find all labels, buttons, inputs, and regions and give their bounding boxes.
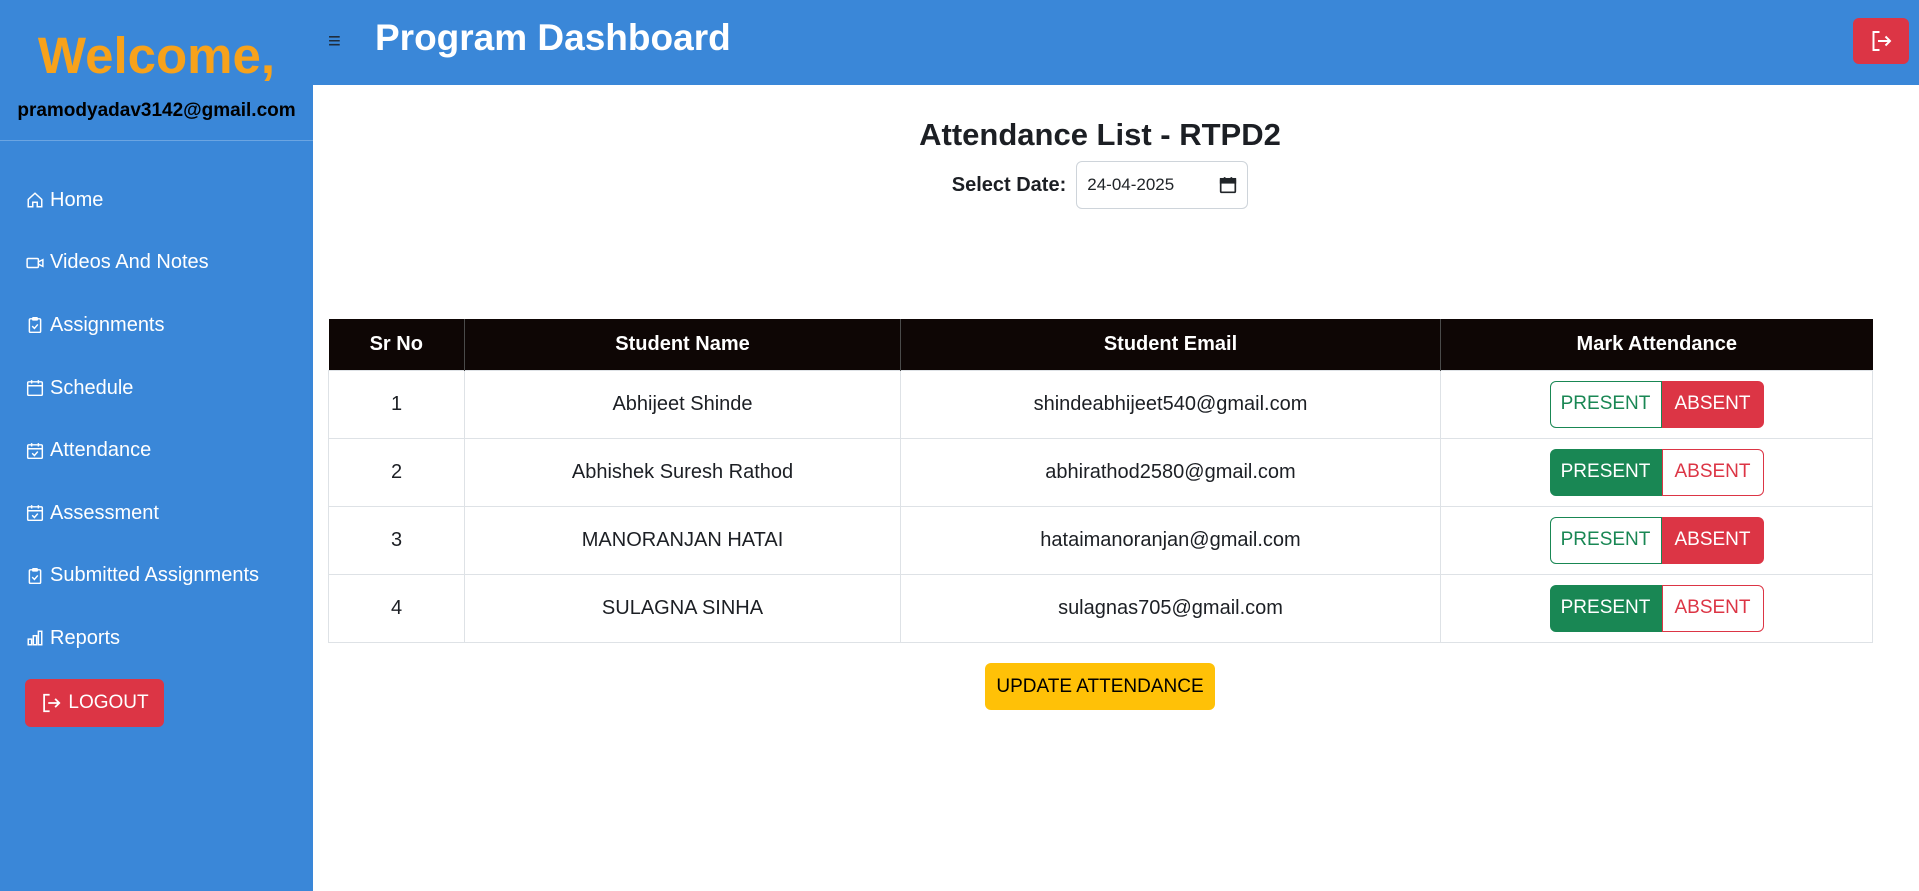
attendance-toggle: PRESENT ABSENT [1549, 584, 1764, 632]
date-label: Select Date: [951, 173, 1067, 196]
sidebar-item-videos-and-notes[interactable]: Videos And Notes [0, 232, 313, 295]
absent-button[interactable]: ABSENT [1661, 584, 1764, 632]
cell-mark-attendance: PRESENT ABSENT [1440, 573, 1873, 643]
table-row: 4 SULAGNA SINHA sulagnas705@gmail.com PR… [328, 573, 1873, 643]
present-button[interactable]: PRESENT [1549, 516, 1662, 564]
calendar-icon [25, 378, 45, 398]
sidebar-item-label: Schedule [50, 376, 134, 399]
sidebar-item-assessment[interactable]: Assessment [0, 482, 313, 545]
exit-icon [1872, 31, 1892, 51]
clipboard-icon [25, 315, 45, 335]
sidebar-divider [0, 140, 313, 141]
home-icon [25, 190, 45, 210]
main-content: Attendance List - RTPD2 Select Date: 24-… [313, 85, 1919, 891]
sidebar-item-assignments[interactable]: Assignments [0, 294, 313, 357]
cell-sr-no: 2 [328, 437, 465, 507]
attendance-toggle: PRESENT ABSENT [1549, 516, 1764, 564]
cell-student-email: sulagnas705@gmail.com [900, 573, 1441, 643]
table-row: 1 Abhijeet Shinde shindeabhijeet540@gmai… [328, 369, 1873, 439]
logout-icon [40, 692, 62, 714]
attendance-toggle: PRESENT ABSENT [1549, 380, 1764, 428]
cell-mark-attendance: PRESENT ABSENT [1440, 437, 1873, 507]
attendance-toggle: PRESENT ABSENT [1549, 448, 1764, 496]
calendar-icon[interactable] [1219, 176, 1237, 194]
logout-button[interactable]: LOGOUT [25, 679, 164, 727]
sidebar-item-home[interactable]: Home [0, 169, 313, 232]
date-input[interactable]: 24-04-2025 [1076, 161, 1249, 209]
video-icon [25, 253, 45, 273]
cell-student-email: abhirathod2580@gmail.com [900, 437, 1441, 507]
date-value: 24-04-2025 [1087, 175, 1175, 194]
cell-mark-attendance: PRESENT ABSENT [1440, 505, 1873, 575]
present-button[interactable]: PRESENT [1549, 380, 1662, 428]
cell-sr-no: 3 [328, 505, 465, 575]
sidebar-item-label: Submitted Assignments [50, 564, 259, 587]
sidebar-item-submitted-assignments[interactable]: Submitted Assignments [0, 545, 313, 608]
table-header-row: Sr No Student Name Student Email Mark At… [328, 319, 1873, 370]
sidebar-item-label: Assessment [50, 501, 159, 524]
bar-chart-icon [25, 628, 45, 648]
cell-sr-no: 4 [328, 573, 465, 643]
update-attendance-button[interactable]: UPDATE ATTENDANCE [985, 663, 1215, 710]
calendar-check-icon [25, 503, 45, 523]
table-row: 3 MANORANJAN HATAI hataimanoranjan@gmail… [328, 505, 1873, 575]
absent-button[interactable]: ABSENT [1661, 516, 1764, 564]
sidebar: Welcome, pramodyadav3142@gmail.com Home … [0, 0, 313, 891]
calendar-check-icon [25, 441, 45, 461]
page-header-title: Program Dashboard [375, 17, 731, 58]
date-selector: Select Date: 24-04-2025 [313, 161, 1887, 209]
absent-button[interactable]: ABSENT [1661, 380, 1764, 428]
cell-student-name: MANORANJAN HATAI [464, 505, 901, 575]
cell-student-name: SULAGNA SINHA [464, 573, 901, 643]
sidebar-item-schedule[interactable]: Schedule [0, 357, 313, 420]
sidebar-item-label: Reports [50, 626, 121, 649]
cell-sr-no: 1 [328, 369, 465, 439]
sidebar-nav: Home Videos And Notes Assignments Schedu… [0, 169, 313, 670]
present-button[interactable]: PRESENT [1549, 448, 1662, 496]
menu-toggle-icon[interactable]: ≡ [328, 28, 341, 54]
attendance-table: Sr No Student Name Student Email Mark At… [328, 319, 1873, 643]
header-logout-button[interactable] [1853, 18, 1909, 64]
attendance-title: Attendance List - RTPD2 [919, 117, 1281, 152]
sidebar-item-reports[interactable]: Reports [0, 607, 313, 670]
table-row: 2 Abhishek Suresh Rathod abhirathod2580@… [328, 437, 1873, 507]
sidebar-item-attendance[interactable]: Attendance [0, 419, 313, 482]
user-email: pramodyadav3142@gmail.com [17, 100, 296, 121]
column-header-student-email: Student Email [900, 319, 1441, 370]
welcome-heading: Welcome, [37, 27, 276, 84]
column-header-mark-attendance: Mark Attendance [1440, 319, 1873, 370]
sidebar-item-label: Home [50, 188, 104, 211]
cell-student-name: Abhijeet Shinde [464, 369, 901, 439]
column-header-sr-no: Sr No [328, 319, 465, 370]
sidebar-item-label: Assignments [50, 313, 165, 336]
clipboard-icon [25, 566, 45, 586]
column-header-student-name: Student Name [464, 319, 901, 370]
sidebar-item-label: Attendance [50, 439, 152, 462]
cell-mark-attendance: PRESENT ABSENT [1440, 369, 1873, 439]
top-header: ≡ Program Dashboard [313, 0, 1919, 85]
cell-student-email: shindeabhijeet540@gmail.com [900, 369, 1441, 439]
cell-student-email: hataimanoranjan@gmail.com [900, 505, 1441, 575]
cell-student-name: Abhishek Suresh Rathod [464, 437, 901, 507]
logout-label: LOGOUT [68, 692, 149, 713]
attendance-table-container: Sr No Student Name Student Email Mark At… [328, 319, 1873, 643]
sidebar-item-label: Videos And Notes [50, 251, 209, 274]
absent-button[interactable]: ABSENT [1661, 448, 1764, 496]
present-button[interactable]: PRESENT [1549, 584, 1662, 632]
